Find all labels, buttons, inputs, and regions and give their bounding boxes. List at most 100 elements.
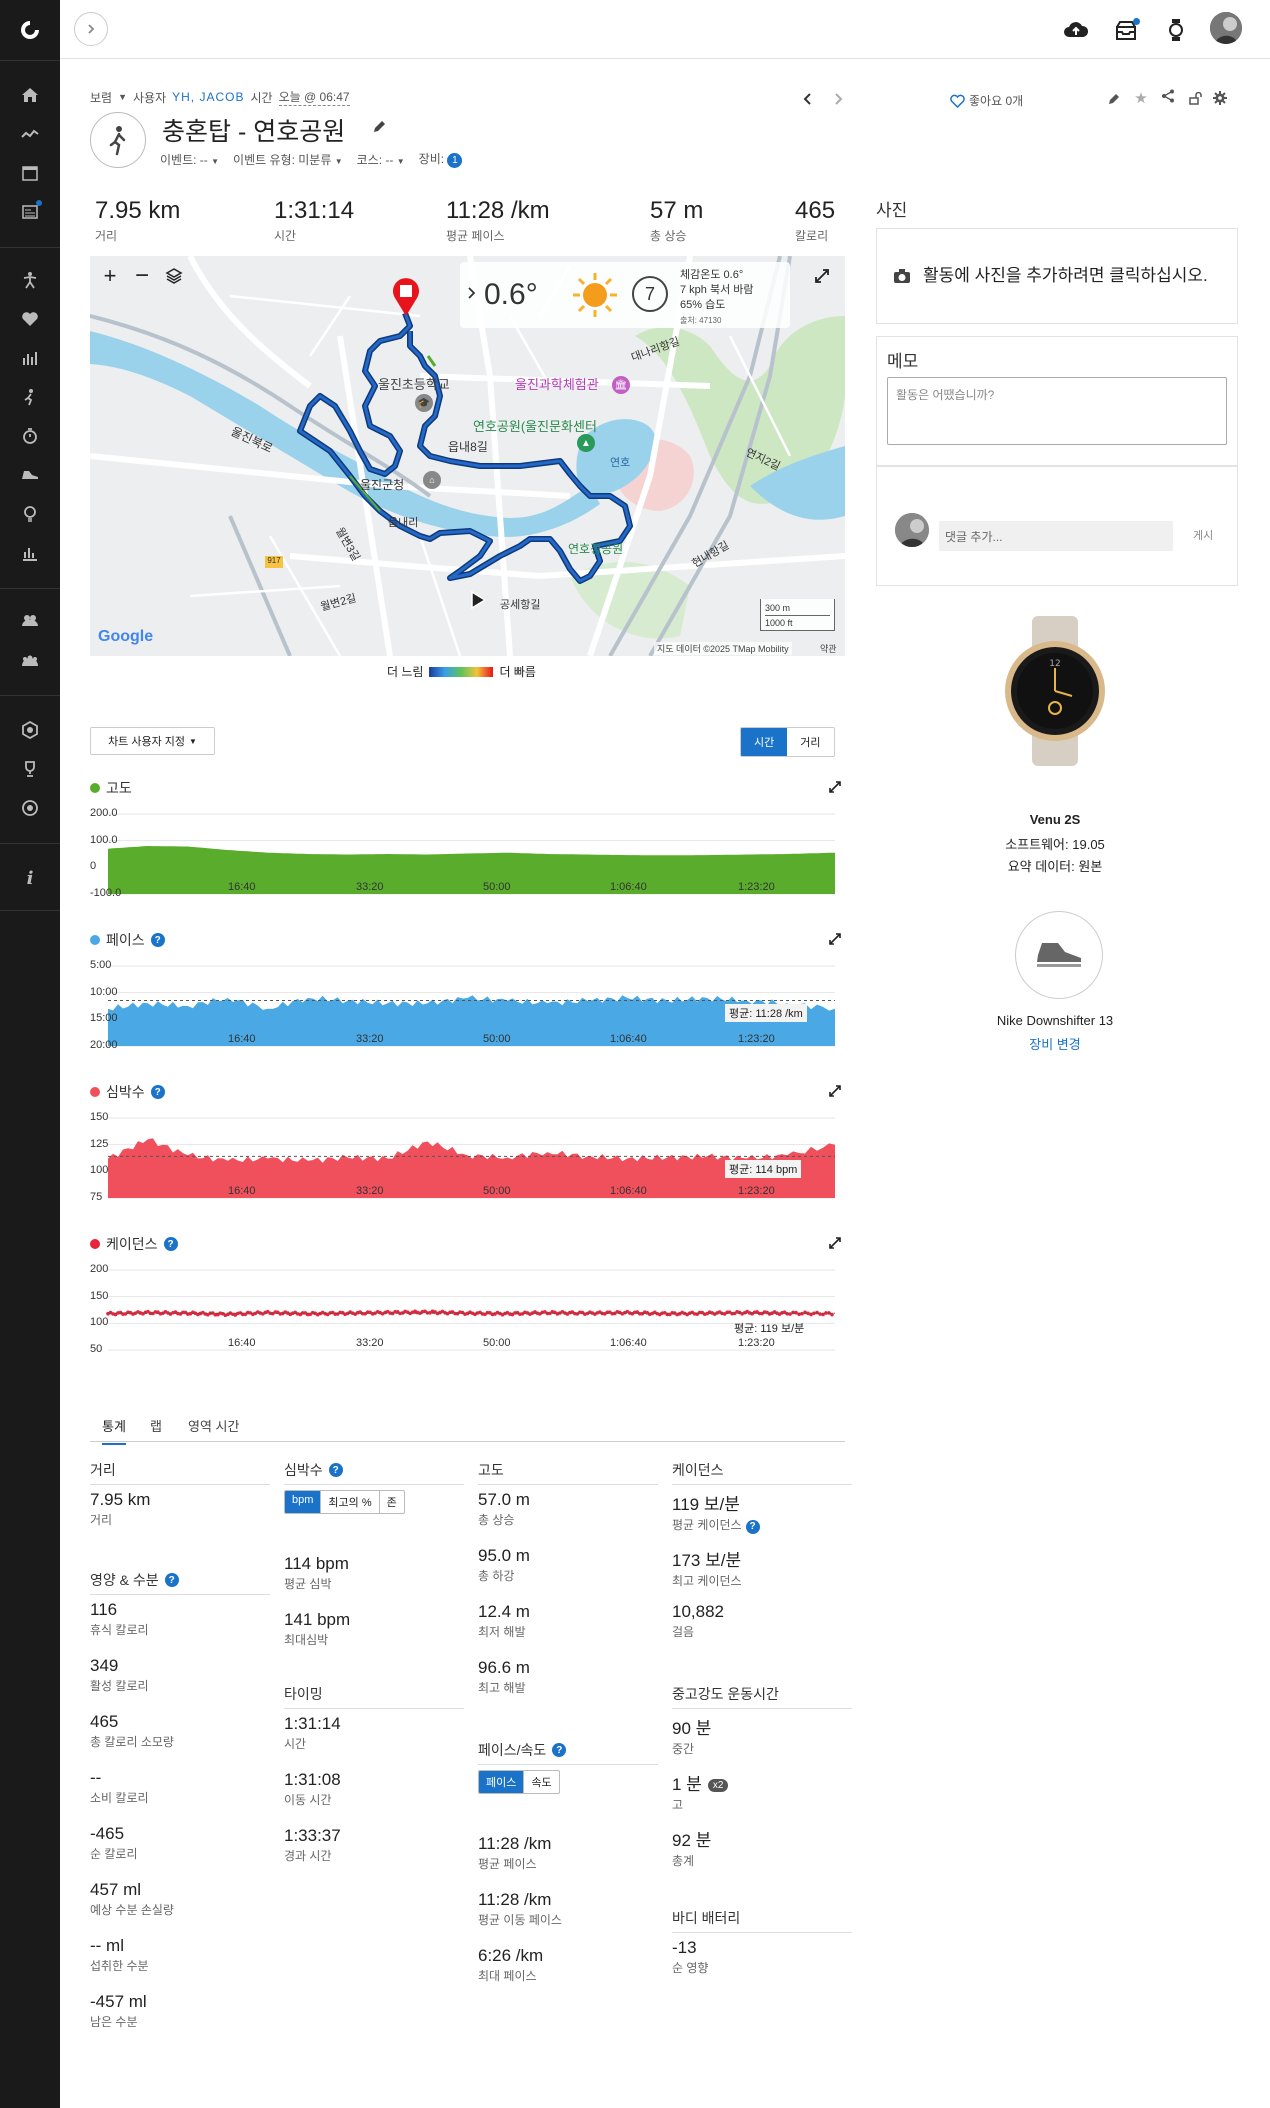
home-icon[interactable] (18, 83, 42, 107)
y-tick-label: 150 (90, 1111, 109, 1123)
toggle-option[interactable]: 페이스 (479, 1771, 524, 1793)
device-watch-icon[interactable] (1162, 16, 1190, 44)
trend-icon[interactable] (18, 122, 42, 146)
stat-item: 7.95 km 거리 (90, 1490, 270, 1528)
x-tick-label: 50:00 (483, 1337, 511, 1349)
toggle-option[interactable]: 최고의 % (320, 1491, 378, 1513)
chart-plot-heart-rate (107, 1117, 836, 1199)
help-icon[interactable]: ? (328, 1463, 343, 1477)
stat-label: 평균 심박 (284, 1577, 332, 1591)
calendar-icon[interactable] (18, 161, 42, 185)
inbox-icon[interactable] (1112, 16, 1140, 44)
change-gear-link[interactable]: 장비 변경 (900, 1034, 1210, 1053)
user-name-link[interactable]: YH, JACOB (172, 90, 244, 104)
toggle-distance[interactable]: 거리 (787, 728, 833, 756)
insights-bulb-icon[interactable] (18, 502, 42, 526)
pace-unit-toggle: 페이스 속도 (478, 1770, 560, 1794)
activity-time[interactable]: 오늘 @ 06:47 (278, 88, 350, 106)
heartrate-unit-toggle: bpm 최고의 % 존 (284, 1490, 405, 1514)
add-photo-area[interactable]: 활동에 사진을 추가하려면 클릭하십시오. (876, 228, 1238, 324)
customize-charts-dropdown[interactable]: 차트 사용자 지정 ▼ (90, 727, 215, 755)
map-label-eupnae8: 읍내8길 (448, 440, 488, 454)
info-icon[interactable]: i (18, 866, 42, 890)
goals-target-icon[interactable] (18, 796, 42, 820)
stats-heading: 영양 & 수분 (90, 1572, 159, 1588)
course-dropdown[interactable]: 코스: -- ▼ (357, 151, 405, 168)
tab-stats[interactable]: 통계 (102, 1416, 126, 1445)
stats-cadence: 케이던스 119 보/분 평균 케이던스? 173 보/분 최고 케이던스 10,882 걸… (672, 1460, 852, 1639)
x-tick-label: 1:23:20 (738, 1033, 775, 1045)
stopwatch-icon[interactable] (18, 424, 42, 448)
map-label-lake: 연호 (610, 457, 631, 469)
tab-zone-time[interactable]: 영역 시간 (188, 1416, 239, 1435)
route-map[interactable]: 울진초등학교 🎓 울진과학체험관 🏛 연호공원(울진문화센터 ▲ 연호 읍내8길… (90, 256, 845, 656)
x-tick-label: 33:20 (356, 1185, 384, 1197)
badges-icon[interactable] (18, 718, 42, 742)
zoom-out-button[interactable]: − (128, 262, 156, 290)
toggle-option[interactable]: bpm (285, 1491, 321, 1513)
help-icon[interactable]: ? (552, 1743, 567, 1757)
settings-gear-icon[interactable] (1212, 90, 1228, 106)
upload-cloud-icon[interactable] (1062, 16, 1090, 44)
x-tick-label: 33:20 (356, 881, 384, 893)
stats-tabs: 통계 랩 영역 시간 (90, 1408, 845, 1445)
stat-item: 173 보/분 최고 케이던스 (672, 1546, 852, 1589)
device-name[interactable]: Venu 2S (900, 812, 1210, 827)
garmin-logo-icon[interactable] (18, 18, 42, 42)
unlock-icon[interactable] (1187, 90, 1203, 106)
training-icon[interactable] (18, 385, 42, 409)
gear-shoe-icon[interactable] (18, 463, 42, 487)
x-tick-label: 16:40 (228, 1185, 256, 1197)
comment-input[interactable]: 댓글 추가... (939, 521, 1173, 551)
time-prefix: 시간 (250, 90, 273, 105)
event-type-dropdown[interactable]: 이벤트 유형: 미분류 ▼ (233, 151, 343, 168)
health-heart-icon[interactable] (18, 307, 42, 331)
expand-nav-chevron-icon[interactable] (74, 12, 108, 46)
memo-textarea[interactable]: 활동은 어땠습니까? (887, 377, 1227, 445)
user-avatar[interactable] (1210, 12, 1242, 44)
reports-icon[interactable] (18, 541, 42, 565)
fullscreen-map-icon[interactable] (808, 262, 836, 290)
like-button[interactable]: 좋아요 0개 (950, 92, 1023, 109)
toggle-option[interactable]: 존 (378, 1491, 404, 1513)
map-layers-icon[interactable] (160, 262, 188, 290)
newsfeed-icon[interactable] (18, 200, 42, 224)
toggle-time[interactable]: 시간 (741, 728, 788, 756)
event-dropdown[interactable]: 이벤트: -- ▼ (160, 151, 219, 168)
stats-icon[interactable] (18, 346, 42, 370)
share-icon[interactable] (1160, 88, 1176, 104)
stat-label: 섭취한 수분 (90, 1959, 149, 1973)
weather-expand-chevron-icon[interactable] (464, 286, 478, 300)
groups-icon[interactable] (18, 648, 42, 672)
edit-icon[interactable] (1106, 90, 1122, 106)
stat-value: -- ml (90, 1936, 124, 1955)
zoom-in-button[interactable]: + (96, 262, 124, 290)
finish-pin-icon[interactable] (390, 276, 422, 316)
trophy-icon[interactable] (18, 757, 42, 781)
post-comment-button[interactable]: 게시 (1193, 527, 1213, 543)
gear-link[interactable]: 장비: 1 (419, 150, 463, 168)
next-activity-chevron-icon[interactable] (830, 91, 846, 107)
edit-pencil-icon[interactable] (370, 118, 388, 136)
privacy-dropdown-icon[interactable]: ▼ (118, 92, 127, 102)
park-tree-icon: ▲ (577, 434, 595, 452)
activity-title[interactable]: 충혼탑 - 연호공원 (162, 112, 345, 148)
help-icon[interactable]: ? (745, 1519, 760, 1534)
connections-icon[interactable] (18, 609, 42, 633)
favorite-star-icon[interactable]: ★ (1133, 90, 1149, 107)
stat-label: 활성 칼로리 (90, 1679, 149, 1693)
privacy-label[interactable]: 보렴 (90, 89, 112, 106)
x-axis-toggle: 시간 거리 (740, 727, 835, 757)
stat-item: 95.0 m 총 하강 (478, 1546, 658, 1584)
start-play-icon[interactable] (468, 590, 488, 610)
shoe-name: Nike Downshifter 13 (996, 1013, 1114, 1028)
help-icon[interactable]: ? (164, 1573, 179, 1587)
map-terms-link[interactable]: 약관 (820, 642, 837, 655)
activities-icon[interactable] (18, 268, 42, 292)
toggle-option[interactable]: 속도 (523, 1771, 558, 1793)
weather-widget[interactable]: 0.6° 7 체감온도 0.6° 7 kph 북서 바람 65% 습도 출처: … (460, 262, 790, 328)
stat-value: 141 bpm (284, 1610, 351, 1629)
tab-laps[interactable]: 랩 (150, 1416, 162, 1435)
chart-cadence: 케이던스? 200 150 100 50 평균: 119 보/분 16:40 33:20 50:… (90, 1234, 845, 1374)
prev-activity-chevron-icon[interactable] (800, 91, 816, 107)
